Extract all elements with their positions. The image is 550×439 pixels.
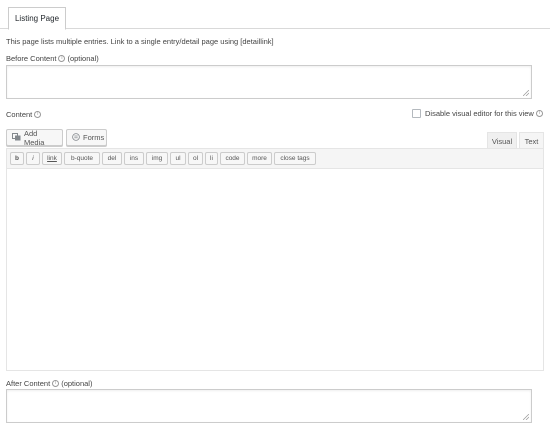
- quicktag-del-button[interactable]: del: [102, 152, 122, 165]
- forms-button[interactable]: Forms: [66, 129, 107, 146]
- quicktag-ins-button[interactable]: ins: [124, 152, 144, 165]
- quicktag-li-button[interactable]: li: [205, 152, 218, 165]
- after-content-label: After Content i (optional): [6, 379, 92, 388]
- quicktag-close-tags-button[interactable]: close tags: [274, 152, 316, 165]
- content-editor: b i link b-quote del ins img ul ol li co…: [6, 148, 544, 371]
- resize-handle-icon[interactable]: [523, 414, 529, 420]
- quicktag-code-button[interactable]: code: [220, 152, 245, 165]
- quicktag-b-button[interactable]: b: [10, 152, 24, 165]
- tab-listing-page[interactable]: Listing Page: [8, 7, 66, 30]
- before-content-textarea[interactable]: [6, 65, 532, 99]
- disable-visual-editor-label: Disable visual editor for this view i: [425, 109, 545, 118]
- resize-handle-icon[interactable]: [523, 90, 529, 96]
- quicktag-link-button[interactable]: link: [42, 152, 62, 165]
- page-description: This page lists multiple entries. Link t…: [6, 37, 274, 46]
- tab-text[interactable]: Text: [519, 132, 544, 149]
- info-icon[interactable]: i: [58, 55, 66, 62]
- after-content-textarea[interactable]: [6, 389, 532, 423]
- before-content-label: Before Content i (optional): [6, 54, 99, 63]
- info-icon[interactable]: i: [52, 380, 60, 387]
- quicktag-img-button[interactable]: img: [146, 152, 168, 165]
- quicktag-ul-button[interactable]: ul: [170, 152, 186, 165]
- tab-bar: Listing Page: [0, 0, 550, 30]
- before-content-optional-text: (optional): [67, 54, 99, 63]
- content-label: Content i: [6, 110, 43, 119]
- info-icon[interactable]: i: [34, 111, 42, 118]
- quicktag-ol-button[interactable]: ol: [188, 152, 203, 165]
- forms-icon: [72, 132, 80, 143]
- quicktags-toolbar: b i link b-quote del ins img ul ol li co…: [7, 149, 543, 169]
- disable-visual-editor-checkbox[interactable]: [412, 109, 421, 118]
- add-media-button[interactable]: Add Media: [6, 128, 63, 147]
- after-content-label-text: After Content: [6, 379, 51, 388]
- forms-label: Forms: [83, 133, 105, 142]
- media-icon: [12, 132, 21, 143]
- before-content-label-text: Before Content: [6, 54, 57, 63]
- quicktag-more-button[interactable]: more: [247, 152, 272, 165]
- quicktag-i-button[interactable]: i: [26, 152, 40, 165]
- quicktag-bquote-button[interactable]: b-quote: [64, 152, 100, 165]
- info-icon[interactable]: i: [535, 110, 543, 117]
- disable-visual-editor-label-text: Disable visual editor for this view: [425, 109, 534, 118]
- after-content-optional-text: (optional): [61, 379, 93, 388]
- add-media-label: Add Media: [24, 128, 45, 147]
- content-textarea[interactable]: [7, 169, 543, 370]
- content-label-text: Content: [6, 110, 33, 119]
- tab-visual[interactable]: Visual: [487, 132, 517, 149]
